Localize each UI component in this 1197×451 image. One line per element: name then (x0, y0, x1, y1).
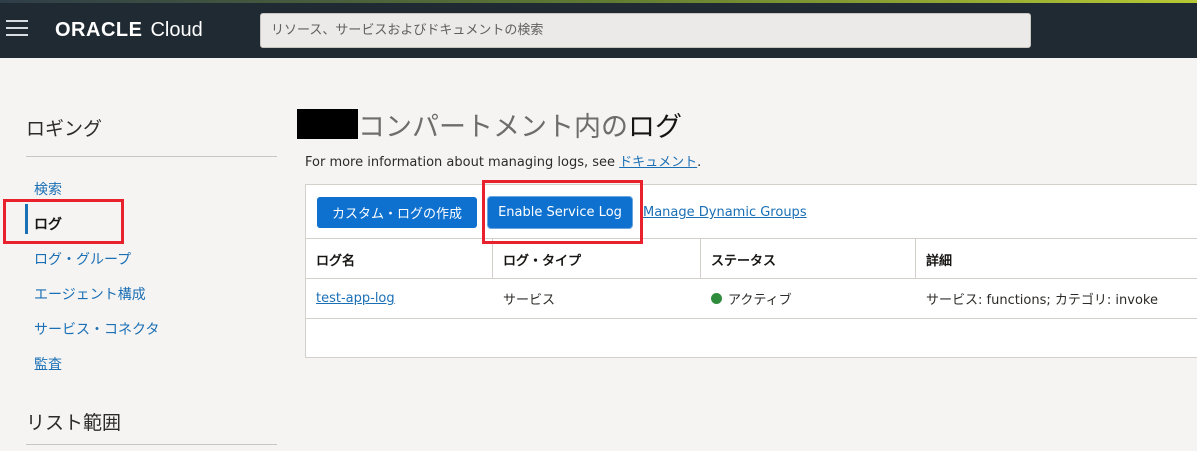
log-name-link[interactable]: test-app-log (316, 291, 395, 306)
cell-status: アクティブ (701, 279, 916, 318)
manage-dynamic-groups-link[interactable]: Manage Dynamic Groups (643, 205, 807, 220)
cell-log-type: サービス (503, 293, 556, 308)
menu-icon[interactable] (6, 18, 28, 38)
top-accent-stripe (0, 0, 1197, 3)
info-suffix: . (697, 155, 702, 170)
page-title-prefix: コンパートメント内の (358, 111, 628, 143)
table-header: ログ名 ログ・タイプ ステータス 詳細 (306, 238, 1197, 279)
oracle-cloud-logo[interactable]: ORACLE Cloud (55, 18, 203, 42)
info-line: For more information about managing logs… (305, 151, 701, 170)
logs-panel: カスタム・ログの作成 Enable Service Log Manage Dyn… (305, 184, 1197, 358)
search-input[interactable] (260, 13, 1031, 48)
table-row: test-app-log サービス アクティブ サービス: functions;… (306, 279, 1197, 319)
divider (26, 156, 277, 157)
sidebar-heading: ロギング (26, 118, 103, 140)
page-title: コンパートメント内の ログ (297, 106, 682, 143)
cell-details: サービス: functions; カテゴリ: invoke (926, 293, 1158, 308)
divider (26, 444, 277, 445)
highlight-box-enable-service-log (482, 180, 643, 244)
top-bar: ORACLE Cloud (0, 0, 1197, 58)
status-active-icon (711, 293, 722, 304)
sidebar-item-service-connectors[interactable]: サービス・コネクタ (34, 319, 159, 339)
logo-product: Cloud (150, 18, 203, 41)
sidebar-item-agent-config[interactable]: エージェント構成 (34, 284, 146, 304)
sidebar-item-log-groups[interactable]: ログ・グループ (34, 249, 131, 269)
page-title-main: ログ (628, 111, 682, 143)
highlight-box-logs (3, 199, 124, 244)
logo-brand: ORACLE (55, 18, 143, 41)
list-scope-heading: リスト範囲 (26, 412, 122, 434)
create-custom-log-button[interactable]: カスタム・ログの作成 (317, 197, 477, 228)
status-label: アクティブ (728, 293, 792, 308)
info-text: For more information about managing logs… (305, 155, 620, 170)
column-header-log-type[interactable]: ログ・タイプ (493, 239, 701, 279)
documentation-link[interactable]: ドキュメント (619, 155, 697, 170)
sidebar: ロギング 検索 ログ ログ・グループ エージェント構成 サービス・コネクタ 監査… (0, 58, 290, 451)
column-header-log-name[interactable]: ログ名 (306, 239, 493, 279)
column-header-status[interactable]: ステータス (701, 239, 916, 279)
sidebar-item-audit[interactable]: 監査 (34, 354, 62, 374)
redacted-compartment (297, 109, 358, 139)
cell-log-name: test-app-log (306, 279, 493, 318)
column-header-details[interactable]: 詳細 (916, 239, 1197, 279)
sidebar-item-search[interactable]: 検索 (34, 179, 62, 199)
